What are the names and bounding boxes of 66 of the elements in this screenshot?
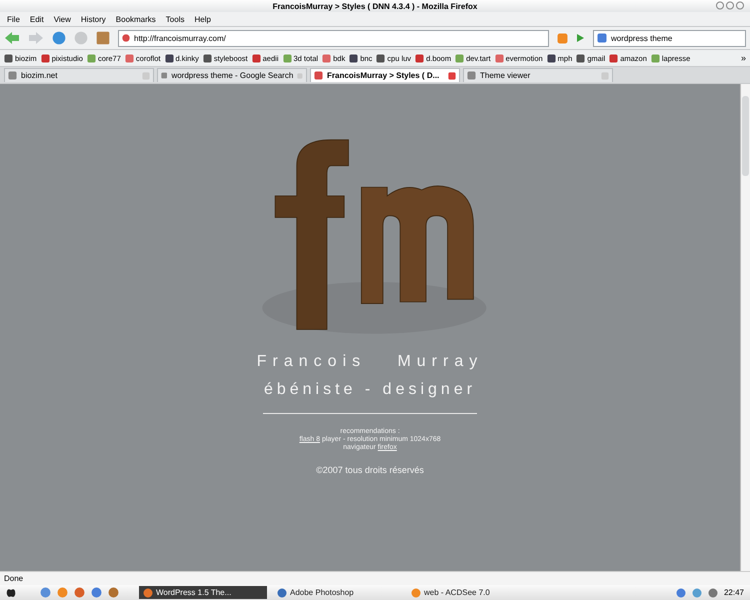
go-icon[interactable] xyxy=(576,33,585,43)
tab-favicon-icon xyxy=(161,71,168,80)
menu-item[interactable]: Tools xyxy=(162,14,188,24)
scrollbar[interactable] xyxy=(740,84,750,571)
bookmark-icon xyxy=(252,54,261,62)
bookmark-icon xyxy=(86,54,96,62)
bookmark-icon xyxy=(650,54,660,62)
more-bookmarks-chevron[interactable]: » xyxy=(740,53,746,63)
window-title: FrancoisMurray > Styles ( DNN 4.3.4 ) - Mozilla Firefox xyxy=(0,0,750,12)
bookmark-icon xyxy=(455,54,464,62)
copyright-text: ©2007 tous droits réservés xyxy=(316,465,424,475)
bookmark-icon xyxy=(415,54,424,62)
menu-item[interactable]: File xyxy=(4,14,23,24)
bookmark-icon xyxy=(164,54,174,62)
menu-item[interactable]: Help xyxy=(191,14,214,24)
menu-item[interactable]: Edit xyxy=(26,14,47,24)
designer-name: Francois Murray xyxy=(256,353,484,371)
close-icon xyxy=(142,72,150,80)
tray-icon xyxy=(676,588,686,598)
taskbar-button[interactable]: web - ACDSee 7.0 xyxy=(407,586,535,599)
bookmark-icon xyxy=(349,54,358,62)
menu-item[interactable]: Bookmarks xyxy=(112,14,159,24)
app-icon xyxy=(411,588,421,598)
quick-launch-icon xyxy=(57,587,68,598)
bookmark-icon xyxy=(124,54,134,62)
browser-tab[interactable]: FrancoisMurray > Styles ( D... xyxy=(310,68,460,82)
browser-tab[interactable]: biozim.net xyxy=(4,68,154,82)
site-icon xyxy=(122,34,130,42)
designer-title: ébéniste - designer xyxy=(264,381,476,399)
address-field[interactable]: http://francoismurray.com/ xyxy=(118,30,549,46)
taskbar-button[interactable]: WordPress 1.5 The... xyxy=(139,586,267,599)
bookmark-icon xyxy=(609,54,618,62)
bookmark-icon xyxy=(282,54,292,62)
bookmark-icon xyxy=(202,54,212,62)
bookmark-icon xyxy=(494,54,504,62)
browser-tab[interactable]: Theme viewer xyxy=(463,68,613,82)
bookmark-icon xyxy=(546,54,556,62)
bookmark-icon xyxy=(40,54,50,62)
taskbar-button[interactable]: Adobe Photoshop xyxy=(273,586,401,599)
browser-tab[interactable]: wordpress theme - Google Search xyxy=(157,68,307,82)
menu-item[interactable]: View xyxy=(50,14,74,24)
search-field[interactable]: wordpress theme xyxy=(593,30,746,46)
close-icon xyxy=(601,72,609,80)
close-icon xyxy=(297,72,303,80)
quick-launch-icon xyxy=(108,587,119,598)
tray-icon xyxy=(692,588,702,598)
status-text: Done xyxy=(0,571,750,585)
quick-launch-icon xyxy=(74,587,85,598)
window-controls-icon[interactable] xyxy=(716,1,746,10)
app-icon xyxy=(277,588,287,598)
tab-favicon-icon xyxy=(467,71,476,80)
close-icon xyxy=(448,72,456,80)
search-engine-icon xyxy=(597,33,607,43)
app-icon xyxy=(143,588,153,598)
tab-favicon-icon xyxy=(8,71,17,80)
clock: 22:47 xyxy=(724,588,744,597)
bookmark-icon xyxy=(576,54,586,62)
tab-favicon-icon xyxy=(314,71,323,80)
menu-item[interactable]: History xyxy=(78,14,109,24)
back-arrow-icon[interactable] xyxy=(4,31,20,45)
quick-launch-icon xyxy=(40,587,51,598)
bookmark-icon xyxy=(322,54,332,62)
quick-launch-icon xyxy=(91,587,102,598)
bookmark-icon xyxy=(4,54,13,62)
bookmark-icon xyxy=(376,54,386,62)
tray-icon xyxy=(708,588,718,598)
